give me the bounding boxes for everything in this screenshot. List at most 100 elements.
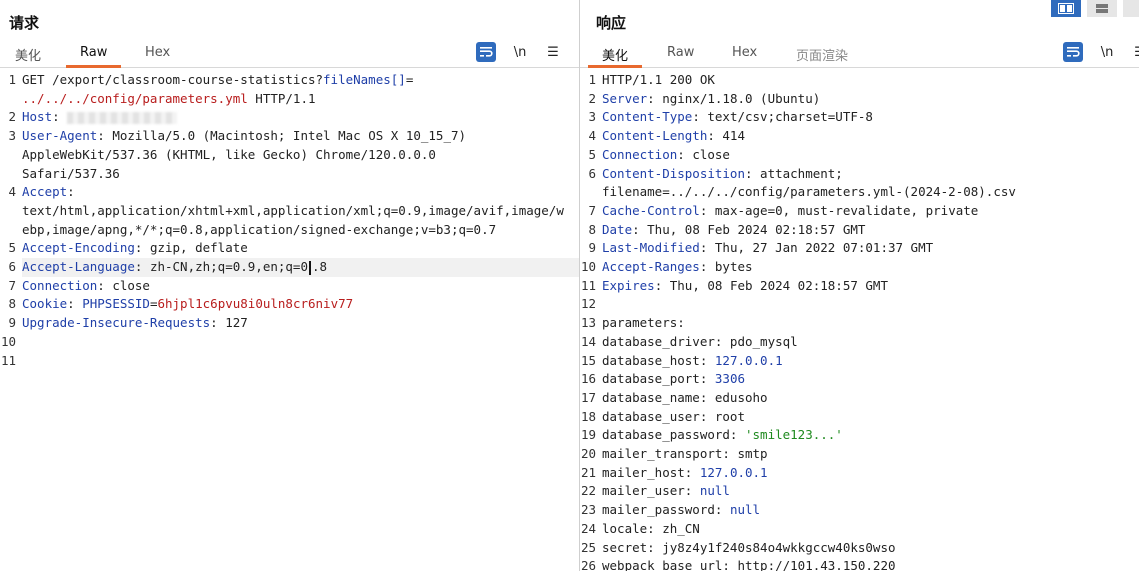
line-text: parameters:: [602, 314, 1139, 333]
code-line: 7 Cache-Control: max-age=0, must-revalida…: [580, 202, 1139, 221]
code-token: Connection: [602, 146, 678, 162]
code-token: 127.0.0.1: [699, 464, 768, 480]
line-number: 11: [580, 277, 596, 293]
line-text: Accept-Ranges: bytes: [602, 258, 1139, 277]
wrap-lines-icon[interactable]: [1063, 42, 1083, 62]
line-number: 13: [580, 315, 596, 331]
line-text: database_password: 'smile123...': [602, 426, 1139, 445]
code-token: Accept-Ranges: [602, 259, 700, 275]
line-text: Host:: [22, 108, 579, 127]
code-line: 3 User-Agent: Mozilla/5.0 (Macintosh; Int…: [0, 127, 579, 183]
code-token: : zh-CN,zh;q=0.9,en;q=0: [134, 259, 308, 275]
line-number: 20: [580, 446, 596, 462]
line-number: 1: [8, 72, 16, 87]
line-text: database_name: edusoho: [602, 389, 1139, 408]
code-token: PHPSESSID: [82, 296, 150, 312]
line-text: Content-Disposition: attachment; filenam…: [602, 165, 1139, 202]
code-token: .8: [311, 259, 328, 275]
code-token: parameters:: [602, 315, 685, 331]
split-layout-icon[interactable]: [1051, 0, 1081, 17]
code-line: 11 Expires: Thu, 08 Feb 2024 02:18:57 GMT: [580, 277, 1139, 296]
code-token: HTTP/1.1 200 OK: [602, 72, 715, 87]
code-line: 18 database_user: root: [580, 408, 1139, 427]
line-text: Expires: Thu, 08 Feb 2024 02:18:57 GMT: [602, 277, 1139, 296]
line-text: Upgrade-Insecure-Requests: 127: [22, 314, 579, 333]
line-text: Connection: close: [602, 146, 1139, 165]
hamburger-menu-icon[interactable]: ☰: [543, 42, 563, 62]
tab-pretty[interactable]: 美化: [587, 45, 643, 68]
response-editor[interactable]: 1 HTTP/1.1 200 OK 2 Server: nginx/1.18.0 (U…: [580, 71, 1139, 571]
redacted-host: [67, 111, 178, 124]
code-line: 24 locale: zh_CN: [580, 520, 1139, 539]
tab-pretty[interactable]: 美化: [15, 45, 41, 64]
code-token: User-Agent: [22, 128, 98, 144]
line-number: 9: [588, 240, 596, 256]
code-line: 17 database_name: edusoho: [580, 389, 1139, 408]
code-line: 10 Accept-Ranges: bytes: [580, 258, 1139, 277]
code-token: : Thu, 27 Jan 2022 07:01:37 GMT: [699, 240, 934, 256]
line-number: 15: [580, 352, 596, 368]
code-token: database_host:: [602, 352, 715, 368]
code-token: : close: [97, 277, 150, 293]
code-token: : Thu, 08 Feb 2024 02:18:57 GMT: [654, 277, 888, 293]
code-token: Upgrade-Insecure-Requests: [22, 315, 211, 331]
line-number: 12: [580, 296, 596, 312]
line-number: 11: [0, 352, 16, 368]
line-number: 22: [580, 483, 596, 499]
line-number: 3: [8, 128, 16, 144]
wrap-lines-icon[interactable]: [476, 42, 496, 62]
line-text: mailer_password: null: [602, 501, 1139, 520]
code-token: Accept-Encoding: [22, 240, 135, 256]
tab-hex[interactable]: Hex: [145, 45, 170, 60]
line-text: HTTP/1.1 200 OK: [602, 71, 1139, 90]
code-token: 3306: [714, 371, 745, 387]
code-token: : close: [677, 146, 730, 162]
code-token: null: [699, 483, 730, 499]
code-token: database_port:: [602, 371, 715, 387]
code-line: 23 mailer_password: null: [580, 501, 1139, 520]
code-line: 6 Content-Disposition: attachment; filena…: [580, 165, 1139, 202]
code-line: 20 mailer_transport: smtp: [580, 445, 1139, 464]
code-line: 5 Accept-Encoding: gzip, deflate: [0, 239, 579, 258]
line-number: 7: [8, 277, 16, 293]
code-token: :: [67, 296, 83, 312]
request-editor[interactable]: 1 GET /export/classroom-course-statistics…: [0, 71, 579, 370]
line-text: Last-Modified: Thu, 27 Jan 2022 07:01:37…: [602, 239, 1139, 258]
code-token: GET /export/classroom-course-statistics?: [22, 72, 324, 87]
line-text: mailer_user: null: [602, 482, 1139, 501]
code-line: 4 Content-Length: 414: [580, 127, 1139, 146]
line-number: 10: [580, 259, 596, 275]
line-text: Server: nginx/1.18.0 (Ubuntu): [602, 90, 1139, 109]
stacked-layout-icon[interactable]: [1087, 0, 1117, 17]
request-pane: 请求 美化 Raw Hex \n ☰ 1 GET /export/classroo…: [0, 0, 579, 571]
tab-hex[interactable]: Hex: [732, 45, 757, 60]
response-title: 响应: [596, 14, 627, 32]
line-text: [602, 295, 1139, 314]
code-line: 1 GET /export/classroom-course-statistics…: [0, 71, 579, 108]
single-pane-icon[interactable]: [1123, 0, 1139, 17]
tab-render[interactable]: 页面渲染: [796, 45, 848, 64]
tab-raw[interactable]: Raw: [65, 45, 122, 68]
code-token: Accept: [22, 184, 68, 200]
code-line: 21 mailer_host: 127.0.0.1: [580, 464, 1139, 483]
code-line: 8 Cookie: PHPSESSID=6hjpl1c6pvu8i0uln8cr6…: [0, 295, 579, 314]
tab-raw[interactable]: Raw: [667, 45, 694, 60]
line-number: 17: [580, 389, 596, 405]
line-number: 2: [8, 109, 16, 125]
newline-icon[interactable]: \n: [510, 42, 530, 62]
code-token: mailer_transport: smtp: [602, 446, 768, 462]
code-line: 6 Accept-Language: zh-CN,zh;q=0.9,en;q=0.…: [0, 258, 579, 277]
newline-icon[interactable]: \n: [1097, 42, 1117, 62]
code-token: 6hjpl1c6pvu8i0uln8cr6niv77: [157, 296, 354, 312]
line-number: 8: [588, 221, 596, 237]
code-token: Last-Modified: [602, 240, 700, 256]
code-token: secret: jy8z4y1f240s84o4wkkgccw40ks0wso: [602, 539, 896, 555]
line-text: mailer_transport: smtp: [602, 445, 1139, 464]
line-text: Accept-Encoding: gzip, deflate: [22, 239, 579, 258]
code-line: 7 Connection: close: [0, 277, 579, 296]
hamburger-menu-icon[interactable]: ☰: [1130, 42, 1139, 62]
code-line: 2 Host:: [0, 108, 579, 127]
code-token: Content-Length: [602, 128, 708, 144]
code-line: 5 Connection: close: [580, 146, 1139, 165]
line-number: 4: [588, 128, 596, 144]
